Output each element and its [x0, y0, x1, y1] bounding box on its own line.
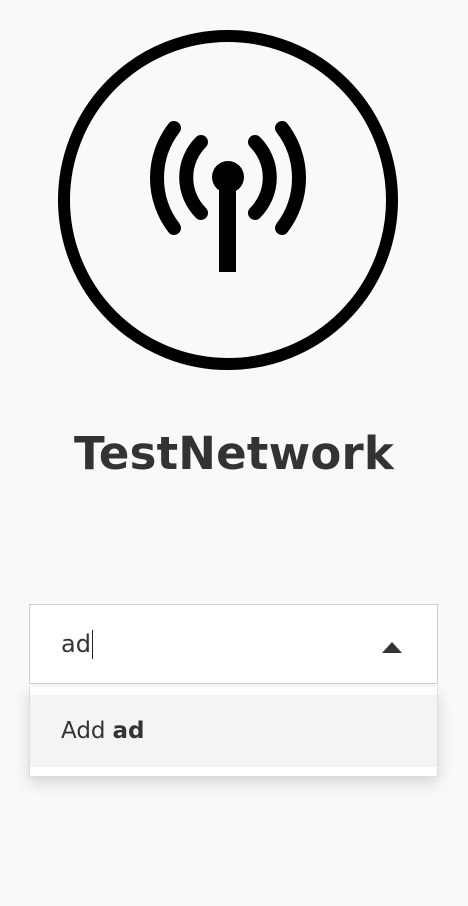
- option-prefix: Add: [61, 718, 106, 744]
- radio-tower-icon: [58, 30, 398, 370]
- network-combobox: ad Add ad: [29, 604, 438, 777]
- combobox-value: ad: [61, 630, 91, 658]
- caret-up-icon[interactable]: [379, 638, 405, 656]
- network-name: TestNetwork: [73, 427, 395, 480]
- combobox-dropdown: Add ad: [29, 687, 438, 777]
- text-cursor: [91, 629, 93, 659]
- add-option[interactable]: Add ad: [30, 695, 437, 767]
- option-query: ad: [112, 718, 145, 744]
- combobox-input[interactable]: ad: [29, 604, 438, 684]
